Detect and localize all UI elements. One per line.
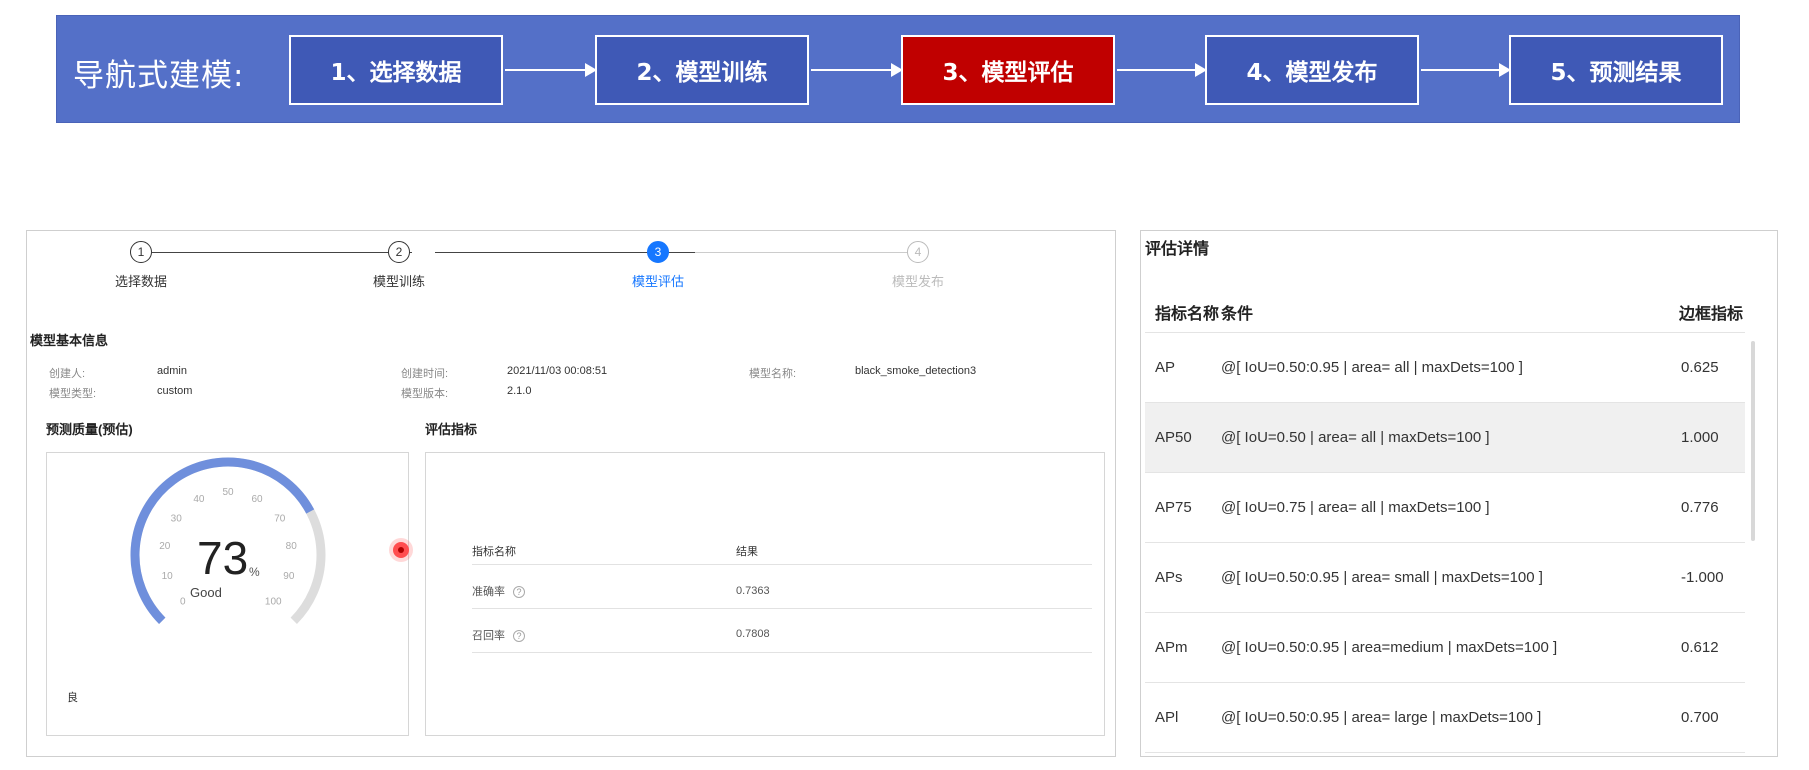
detail-metric: AP75 bbox=[1155, 499, 1192, 516]
detail-value: 1.000 bbox=[1681, 429, 1719, 446]
help-icon[interactable]: ? bbox=[513, 586, 525, 599]
quality-grade: 良 bbox=[67, 692, 78, 704]
detail-row[interactable]: AP @[ IoU=0.50:0.95 | area= all | maxDet… bbox=[1145, 333, 1745, 403]
gauge-tick-label: 20 bbox=[159, 541, 171, 552]
created-time-value: 2021/11/03 00:08:51 bbox=[507, 365, 608, 377]
detail-metric: AP50 bbox=[1155, 429, 1192, 446]
model-evaluation-panel: 1 选择数据 2 模型训练 3 模型评估 4 模型发布 模型基本信息 创建人: … bbox=[26, 230, 1116, 757]
banner-title: 导航式建模: bbox=[73, 58, 245, 94]
progress-step-label[interactable]: 模型训练 bbox=[339, 271, 459, 290]
detail-metric: APm bbox=[1155, 639, 1188, 656]
gauge-tick-label: 30 bbox=[171, 513, 183, 524]
model-type-label: 模型类型: bbox=[49, 388, 97, 400]
metrics-header-divider bbox=[472, 564, 1092, 565]
metric-row-name: 召回率? bbox=[472, 627, 525, 643]
nav-step-model-evaluation[interactable]: 3、模型评估 bbox=[901, 35, 1115, 105]
detail-col-metric: 指标名称 bbox=[1155, 304, 1220, 323]
detail-value: -1.000 bbox=[1681, 569, 1724, 586]
nav-step-model-publish[interactable]: 4、模型发布 bbox=[1205, 35, 1419, 105]
metric-row-value: 0.7363 bbox=[736, 585, 770, 597]
progress-step-label-current[interactable]: 模型评估 bbox=[598, 271, 718, 290]
detail-condition: @[ IoU=0.50 | area= all | maxDets=100 ] bbox=[1221, 429, 1490, 446]
nav-step-prediction-result[interactable]: 5、预测结果 bbox=[1509, 35, 1723, 105]
progress-step-circle[interactable]: 1 bbox=[130, 241, 152, 263]
evaluation-detail-title: 评估详情 bbox=[1145, 239, 1210, 258]
model-name-value: black_smoke_detection3 bbox=[855, 365, 977, 377]
detail-value: 0.700 bbox=[1681, 709, 1719, 726]
gauge-tick-label: 100 bbox=[265, 596, 282, 607]
nav-arrow-icon bbox=[505, 63, 597, 77]
detail-metric: APl bbox=[1155, 709, 1179, 726]
detail-row[interactable]: APs @[ IoU=0.50:0.95 | area= small | max… bbox=[1145, 543, 1745, 613]
detail-col-condition: 条件 bbox=[1221, 304, 1254, 323]
model-version-value: 2.1.0 bbox=[507, 385, 532, 397]
model-type-value: custom bbox=[157, 385, 193, 397]
nav-arrow-icon bbox=[1421, 63, 1511, 77]
creator-label: 创建人: bbox=[49, 368, 86, 380]
evaluation-metrics-card: 指标名称 结果 准确率? 0.7363 召回率? 0.7808 bbox=[425, 452, 1105, 736]
detail-row[interactable]: APm @[ IoU=0.50:0.95 | area=medium | max… bbox=[1145, 613, 1745, 683]
quality-gauge-card: 0 10 20 30 40 50 60 70 80 90 100 73 % Good 良 bbox=[46, 452, 409, 736]
detail-condition: @[ IoU=0.50:0.95 | area= large | maxDets… bbox=[1221, 709, 1542, 726]
guided-modeling-banner: 导航式建模: 1、选择数据 2、模型训练 3、模型评估 4、模型发布 5、预测结… bbox=[56, 15, 1740, 123]
prediction-quality-title: 预测质量(预估) bbox=[46, 422, 133, 437]
detail-value: 0.776 bbox=[1681, 499, 1719, 516]
progress-step-label-future[interactable]: 模型发布 bbox=[858, 271, 978, 290]
progress-step-circle-future[interactable]: 4 bbox=[907, 241, 929, 263]
detail-condition: @[ IoU=0.75 | area= all | maxDets=100 ] bbox=[1221, 499, 1490, 516]
detail-row[interactable]: AP75 @[ IoU=0.75 | area= all | maxDets=1… bbox=[1145, 473, 1745, 543]
detail-condition: @[ IoU=0.50:0.95 | area= all | maxDets=1… bbox=[1221, 359, 1523, 376]
help-icon[interactable]: ? bbox=[513, 630, 525, 643]
gauge-tick-label: 60 bbox=[251, 494, 263, 505]
progress-connector bbox=[152, 252, 412, 253]
progress-connector bbox=[695, 252, 925, 253]
creator-value: admin bbox=[157, 365, 187, 377]
quality-gauge: 0 10 20 30 40 50 60 70 80 90 100 bbox=[130, 457, 326, 624]
nav-step-select-data[interactable]: 1、选择数据 bbox=[289, 35, 503, 105]
nav-arrow-icon bbox=[811, 63, 903, 77]
detail-row-hovered[interactable]: AP50 @[ IoU=0.50 | area= all | maxDets=1… bbox=[1145, 403, 1745, 473]
evaluation-metrics-title: 评估指标 bbox=[425, 422, 478, 437]
detail-value: 0.612 bbox=[1681, 639, 1719, 656]
detail-row[interactable]: APl @[ IoU=0.50:0.95 | area= large | max… bbox=[1145, 683, 1745, 753]
created-time-label: 创建时间: bbox=[401, 368, 449, 380]
metric-row-name: 准确率? bbox=[472, 583, 525, 599]
detail-metric: APs bbox=[1155, 569, 1183, 586]
gauge-tick-label: 10 bbox=[162, 571, 174, 582]
metrics-row-divider bbox=[472, 652, 1092, 653]
detail-value: 0.625 bbox=[1681, 359, 1719, 376]
detail-condition: @[ IoU=0.50:0.95 | area= small | maxDets… bbox=[1221, 569, 1543, 586]
gauge-tick-label: 40 bbox=[193, 494, 205, 505]
gauge-tick-label: 50 bbox=[222, 487, 234, 498]
evaluation-detail-panel: 评估详情 指标名称 条件 边框指标 AP @[ IoU=0.50:0.95 | … bbox=[1140, 230, 1778, 757]
quality-unit: % bbox=[249, 565, 260, 579]
progress-step-circle[interactable]: 2 bbox=[388, 241, 410, 263]
detail-col-bbox: 边框指标 bbox=[1679, 304, 1744, 323]
model-name-label: 模型名称: bbox=[749, 368, 797, 380]
quality-value: 73 bbox=[197, 532, 249, 584]
gauge-tick-label: 0 bbox=[180, 596, 186, 607]
gauge-tick-label: 90 bbox=[283, 571, 295, 582]
metrics-col-result: 结果 bbox=[736, 546, 758, 558]
detail-condition: @[ IoU=0.50:0.95 | area=medium | maxDets… bbox=[1221, 639, 1558, 656]
detail-metric: AP bbox=[1155, 359, 1176, 376]
progress-step-circle-current[interactable]: 3 bbox=[647, 241, 669, 263]
quality-rating: Good bbox=[190, 585, 222, 600]
nav-arrow-icon bbox=[1117, 63, 1207, 77]
progress-step-label[interactable]: 选择数据 bbox=[81, 271, 201, 290]
metrics-col-name: 指标名称 bbox=[472, 546, 516, 558]
metrics-row-divider bbox=[472, 608, 1092, 609]
detail-scrollbar[interactable] bbox=[1751, 341, 1755, 541]
basic-info-title: 模型基本信息 bbox=[30, 333, 109, 348]
nav-step-model-training[interactable]: 2、模型训练 bbox=[595, 35, 809, 105]
gauge-tick-label: 80 bbox=[286, 541, 298, 552]
model-version-label: 模型版本: bbox=[401, 388, 449, 400]
gauge-tick-label: 70 bbox=[274, 513, 286, 524]
pointer-indicator-icon bbox=[393, 542, 409, 558]
metric-row-value: 0.7808 bbox=[736, 628, 770, 640]
